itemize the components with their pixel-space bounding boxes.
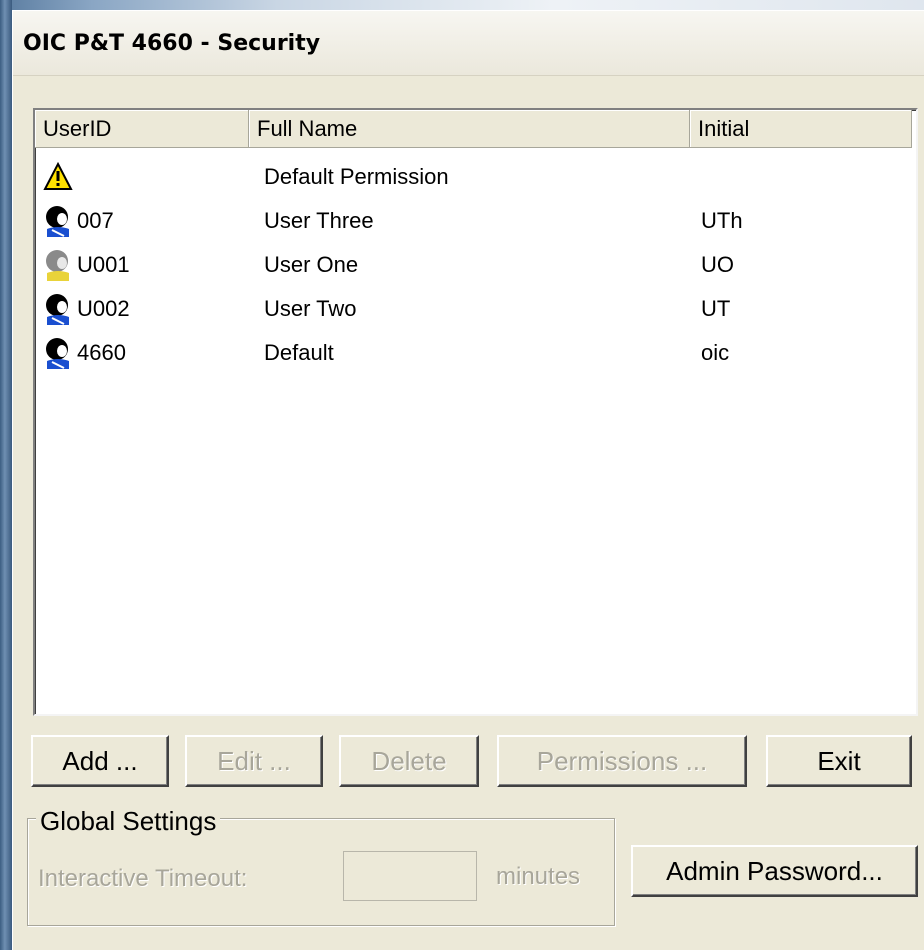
row-full-name: Default Permission xyxy=(264,164,449,189)
users-list[interactable]: UserID Full Name Initial Default Permiss… xyxy=(33,108,918,716)
column-header-full-name[interactable]: Full Name xyxy=(249,110,690,148)
exit-button[interactable]: Exit xyxy=(766,735,912,787)
list-item[interactable]: Default Permission xyxy=(35,155,912,199)
user-icon xyxy=(46,206,69,237)
interactive-timeout-label: Interactive Timeout: xyxy=(38,865,248,892)
add-button[interactable]: Add ... xyxy=(31,735,169,787)
admin-password-button[interactable]: Admin Password... xyxy=(631,845,918,897)
edit-button[interactable]: Edit ... xyxy=(185,735,323,787)
row-userid: U002 xyxy=(77,296,130,321)
warning-icon xyxy=(43,161,73,190)
row-initial: UTh xyxy=(701,208,743,233)
list-item[interactable]: 4660 Default oic xyxy=(35,331,912,375)
user-icon xyxy=(46,294,69,325)
delete-button[interactable]: Delete xyxy=(339,735,479,787)
row-userid: 4660 xyxy=(77,340,126,365)
list-item[interactable]: 007 User Three UTh xyxy=(35,199,912,243)
interactive-timeout-input[interactable] xyxy=(343,851,477,901)
global-settings-title: Global Settings xyxy=(36,806,221,836)
row-initial: UT xyxy=(701,296,731,321)
desktop-edge xyxy=(0,0,12,950)
row-full-name: Default xyxy=(264,340,334,365)
timeout-units-label: minutes xyxy=(496,863,581,890)
row-full-name: User Two xyxy=(264,296,357,321)
user-icon xyxy=(46,338,69,369)
title-bar[interactable]: OIC P&T 4660 - Security xyxy=(13,11,924,76)
row-full-name: User Three xyxy=(264,208,374,233)
user-disabled-icon xyxy=(46,250,69,281)
window-title: OIC P&T 4660 - Security xyxy=(23,31,321,56)
permissions-button[interactable]: Permissions ... xyxy=(497,735,747,787)
list-item[interactable]: U001 User One UO xyxy=(35,243,912,287)
column-header-initial[interactable]: Initial xyxy=(690,110,912,148)
row-initial: UO xyxy=(701,252,734,277)
desktop-background xyxy=(0,0,924,10)
column-header-userid[interactable]: UserID xyxy=(35,110,249,148)
row-full-name: User One xyxy=(264,252,359,277)
row-initial: oic xyxy=(701,340,730,365)
row-userid: 007 xyxy=(77,208,114,233)
row-userid: U001 xyxy=(77,252,130,277)
list-item[interactable]: U002 User Two UT xyxy=(35,287,912,331)
